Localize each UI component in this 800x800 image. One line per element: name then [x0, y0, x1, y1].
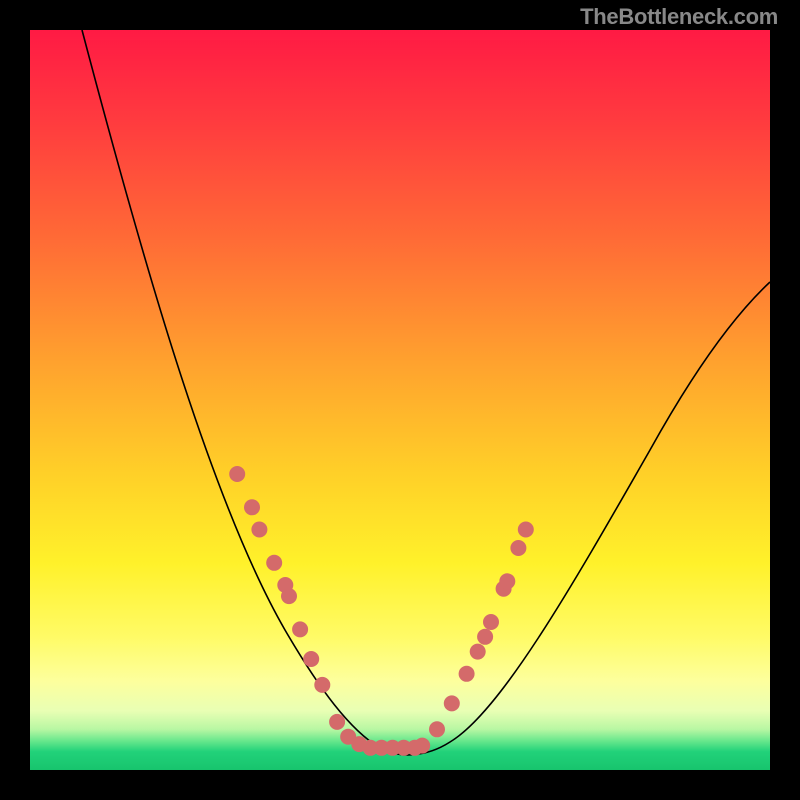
curve-marker: [281, 588, 297, 604]
curve-marker: [499, 573, 515, 589]
chart-border-bottom: [0, 770, 800, 800]
bottleneck-curve: [82, 30, 770, 755]
curve-marker: [429, 721, 445, 737]
chart-border-right: [770, 0, 800, 800]
curve-marker: [459, 666, 475, 682]
curve-marker: [303, 651, 319, 667]
curve-marker: [244, 499, 260, 515]
curve-marker: [414, 738, 430, 754]
curve-marker: [510, 540, 526, 556]
curve-marker: [444, 695, 460, 711]
curve-marker: [518, 522, 534, 538]
curve-marker: [477, 629, 493, 645]
curve-marker: [292, 621, 308, 637]
curve-marker: [229, 466, 245, 482]
curve-marker: [251, 522, 267, 538]
curve-marker: [329, 714, 345, 730]
curve-marker: [314, 677, 330, 693]
chart-svg: [30, 30, 770, 770]
plot-area: [30, 30, 770, 770]
curve-marker: [483, 614, 499, 630]
watermark-text: TheBottleneck.com: [580, 4, 778, 30]
chart-border-left: [0, 0, 30, 800]
curve-marker: [266, 555, 282, 571]
curve-marker: [470, 644, 486, 660]
